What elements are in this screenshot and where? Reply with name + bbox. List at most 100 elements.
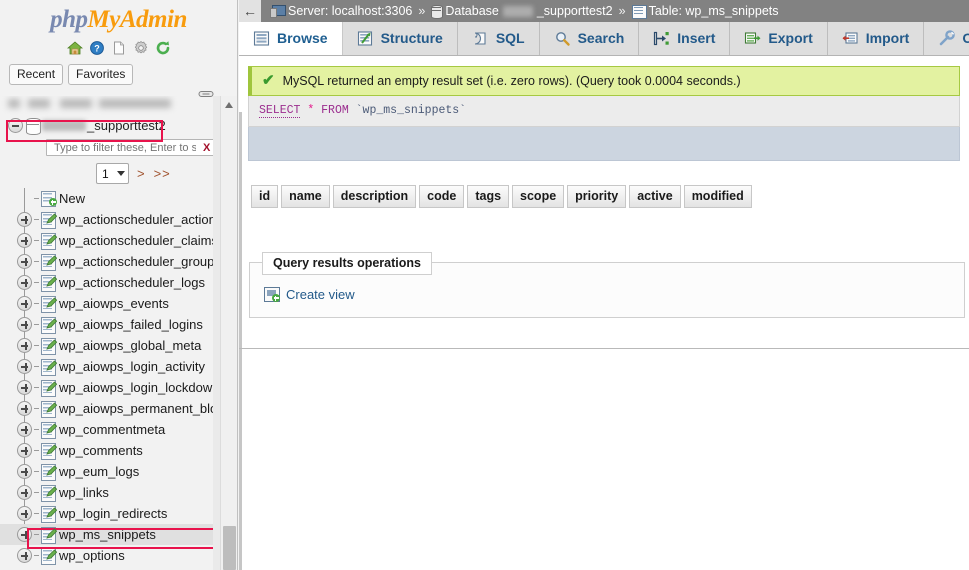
tree-pagination: 1 > >>: [0, 156, 215, 184]
executed-sql-query[interactable]: SELECT * FROM `wp_ms_snippets`: [248, 96, 960, 127]
expand-icon[interactable]: [17, 380, 32, 395]
docs-icon[interactable]: [111, 40, 127, 56]
sidebar-table-wp_comments[interactable]: wp_comments: [0, 440, 215, 461]
sidebar-table-wp_aiowps_login_lockdown[interactable]: wp_aiowps_login_lockdown: [0, 377, 215, 398]
sidebar-table-wp_aiowps_failed_logins[interactable]: wp_aiowps_failed_logins: [0, 314, 215, 335]
tab-operations[interactable]: Operations: [924, 22, 969, 55]
expand-icon[interactable]: [17, 527, 32, 542]
sidebar-scroll-thumb[interactable]: [223, 526, 236, 570]
recent-button[interactable]: Recent: [9, 64, 64, 85]
home-icon[interactable]: [66, 40, 83, 56]
expand-icon[interactable]: [17, 506, 32, 521]
expand-icon[interactable]: [17, 212, 32, 227]
tab-structure[interactable]: Structure: [342, 22, 458, 55]
expand-icon[interactable]: [17, 548, 32, 563]
sidebar-table-wp_aiowps_permanent_block[interactable]: wp_aiowps_permanent_block: [0, 398, 215, 419]
scroll-up-arrow-icon[interactable]: [225, 102, 233, 108]
sidebar-table-wp_options[interactable]: wp_options: [0, 545, 215, 566]
sidebar-database-supporttest2[interactable]: _supporttest2: [0, 114, 215, 136]
tab-insert[interactable]: Insert: [639, 22, 731, 55]
breadcrumb-database-name[interactable]: _supporttest2: [537, 4, 613, 18]
expand-icon[interactable]: [17, 233, 32, 248]
expand-icon[interactable]: [17, 401, 32, 416]
filter-input-wrap[interactable]: X: [46, 139, 215, 156]
clear-filter-icon[interactable]: X: [203, 142, 210, 154]
expand-icon[interactable]: [17, 359, 32, 374]
sidebar-new-table[interactable]: New: [0, 188, 215, 209]
expand-icon[interactable]: [17, 422, 32, 437]
expand-icon[interactable]: [17, 275, 32, 290]
tab-search[interactable]: Search: [539, 22, 640, 55]
sidebar-table-wp_actionscheduler_groups[interactable]: wp_actionscheduler_groups: [0, 251, 215, 272]
expand-icon[interactable]: [17, 485, 32, 500]
sidebar-table-wp_actionscheduler_logs[interactable]: wp_actionscheduler_logs: [0, 272, 215, 293]
create-view-link[interactable]: Create view: [264, 287, 355, 302]
create-view-icon: [264, 287, 280, 302]
tree-connector: [34, 198, 39, 199]
settings-icon[interactable]: [133, 40, 149, 56]
table-list: New wp_actionscheduler_actions wp_actionsc…: [0, 188, 215, 566]
logo-php: php: [50, 6, 88, 33]
column-header-priority[interactable]: priority: [567, 185, 627, 208]
table-icon: [41, 212, 58, 229]
tab-sql[interactable]: SQL: [457, 22, 540, 55]
tab-browse[interactable]: Browse: [239, 22, 343, 55]
table-filter-input[interactable]: [52, 140, 198, 155]
phpmyadmin-logo[interactable]: phpMyAdmin: [0, 0, 237, 34]
tab-label: Structure: [380, 30, 443, 46]
tab-export[interactable]: Export: [730, 22, 828, 55]
sidebar-table-wp_aiowps_global_meta[interactable]: wp_aiowps_global_meta: [0, 335, 215, 356]
last-page-link[interactable]: >>: [154, 166, 171, 181]
column-header-active[interactable]: active: [629, 185, 681, 208]
reload-icon[interactable]: [155, 40, 171, 56]
operations-icon: [938, 29, 956, 47]
sidebar-table-wp_eum_logs[interactable]: wp_eum_logs: [0, 461, 215, 482]
sidebar-table-wp_actionscheduler_actions[interactable]: wp_actionscheduler_actions: [0, 209, 215, 230]
expand-icon[interactable]: [17, 443, 32, 458]
expand-icon[interactable]: [17, 254, 32, 269]
table-icon: [41, 464, 58, 481]
back-button[interactable]: ←: [239, 0, 261, 22]
sidebar-table-wp_actionscheduler_claims[interactable]: wp_actionscheduler_claims: [0, 230, 215, 251]
sidebar-table-wp_ms_snippets[interactable]: wp_ms_snippets: [0, 524, 215, 545]
breadcrumb-server[interactable]: Server: localhost:3306: [288, 4, 412, 18]
browse-icon: [253, 30, 270, 47]
breadcrumb-database-label[interactable]: Database: [445, 4, 499, 18]
table-icon: [41, 233, 58, 250]
column-header-tags[interactable]: tags: [467, 185, 510, 208]
table-icon: [41, 317, 58, 334]
phpmyadmin-window: phpMyAdmin ? Recent Favorites _supportte…: [0, 0, 969, 570]
expand-icon[interactable]: [17, 338, 32, 353]
tab-import[interactable]: Import: [827, 22, 925, 55]
export-icon: [744, 30, 761, 47]
database-tree: _supporttest2 X 1 > >> New wp_actionsched…: [0, 96, 215, 570]
expand-icon[interactable]: [17, 464, 32, 479]
collapse-icon[interactable]: [8, 117, 23, 133]
table-icon: [41, 401, 58, 418]
tree-connector: [34, 534, 39, 535]
sidebar-table-wp_aiowps_login_activity[interactable]: wp_aiowps_login_activity: [0, 356, 215, 377]
tab-label: Insert: [677, 30, 716, 46]
breadcrumb-table[interactable]: Table: wp_ms_snippets: [649, 4, 779, 18]
sidebar-table-wp_links[interactable]: wp_links: [0, 482, 215, 503]
column-header-modified[interactable]: modified: [683, 185, 752, 208]
tab-label: Operations: [962, 30, 969, 46]
column-header-code[interactable]: code: [419, 185, 465, 208]
sidebar-table-wp_login_redirects[interactable]: wp_login_redirects: [0, 503, 215, 524]
column-header-scope[interactable]: scope: [512, 185, 565, 208]
favorites-button[interactable]: Favorites: [68, 64, 134, 85]
next-page-link[interactable]: >: [137, 166, 146, 181]
page-select[interactable]: 1: [96, 163, 129, 184]
structure-icon: [357, 30, 374, 47]
sidebar-table-wp_commentmeta[interactable]: wp_commentmeta: [0, 419, 215, 440]
sidebar-table-wp_aiowps_events[interactable]: wp_aiowps_events: [0, 293, 215, 314]
column-header-description[interactable]: description: [332, 185, 417, 208]
table-icon: [41, 296, 58, 313]
sidebar-scrollbar[interactable]: [220, 96, 237, 570]
tree-connector: [34, 555, 39, 556]
expand-icon[interactable]: [17, 296, 32, 311]
expand-icon[interactable]: [17, 317, 32, 332]
column-header-id[interactable]: id: [251, 185, 279, 208]
help-icon[interactable]: ?: [89, 40, 105, 56]
column-header-name[interactable]: name: [281, 185, 330, 208]
